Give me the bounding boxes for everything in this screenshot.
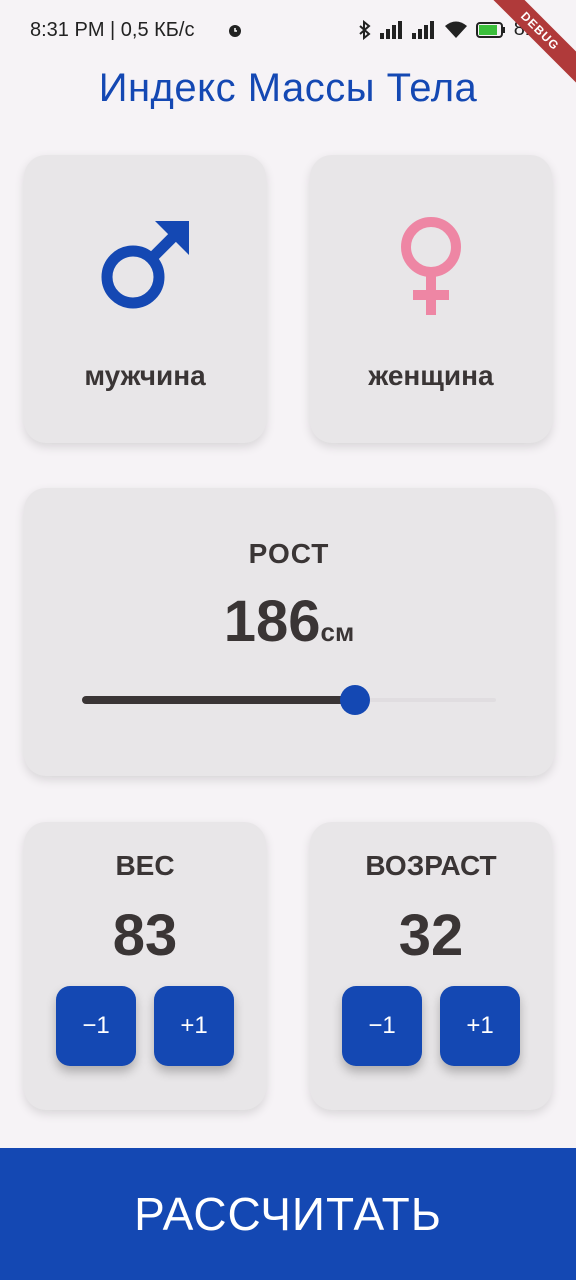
status-time: 8:31 PM | 0,5 КБ/с: [30, 19, 195, 41]
height-value-group: 186см: [24, 588, 554, 655]
age-plus-button[interactable]: +1: [440, 986, 520, 1066]
page-title: Индекс Массы Тела: [98, 66, 478, 110]
slider-thumb[interactable]: [340, 685, 371, 715]
calculate-button[interactable]: РАССЧИТАТЬ: [0, 1148, 576, 1280]
weight-minus-button[interactable]: −1: [56, 986, 136, 1066]
male-label: мужчина: [84, 360, 206, 391]
height-card: РОСТ 186см: [24, 488, 554, 776]
height-label: РОСТ: [248, 538, 330, 569]
signal-icon: [379, 20, 402, 39]
weight-label: ВЕС: [115, 850, 175, 881]
battery-icon: [475, 21, 505, 38]
height-slider[interactable]: [82, 685, 496, 715]
male-card[interactable]: мужчина: [24, 155, 266, 443]
age-value: 32: [398, 903, 464, 968]
male-icon: [24, 215, 266, 315]
bluetooth-icon: [359, 19, 371, 40]
slider-active-track: [82, 696, 356, 704]
weight-card: ВЕС 83 −1 +1: [24, 822, 266, 1110]
height-unit: см: [320, 617, 355, 647]
age-card: ВОЗРАСТ 32 −1 +1: [310, 822, 552, 1110]
signal-icon-2: [411, 20, 434, 39]
age-minus-button[interactable]: −1: [342, 986, 422, 1066]
female-icon: [310, 215, 552, 319]
age-label: ВОЗРАСТ: [365, 850, 497, 881]
weight-plus-button[interactable]: +1: [154, 986, 234, 1066]
alarm-icon: [227, 21, 243, 44]
female-card[interactable]: женщина: [310, 155, 552, 443]
status-bar: 8:31 PM | 0,5 КБ/с 81: [0, 0, 576, 64]
status-icons: 81: [358, 18, 536, 41]
weight-value: 83: [112, 903, 178, 968]
wifi-icon: [444, 21, 467, 38]
height-value: 186: [223, 589, 321, 654]
female-label: женщина: [368, 360, 494, 391]
